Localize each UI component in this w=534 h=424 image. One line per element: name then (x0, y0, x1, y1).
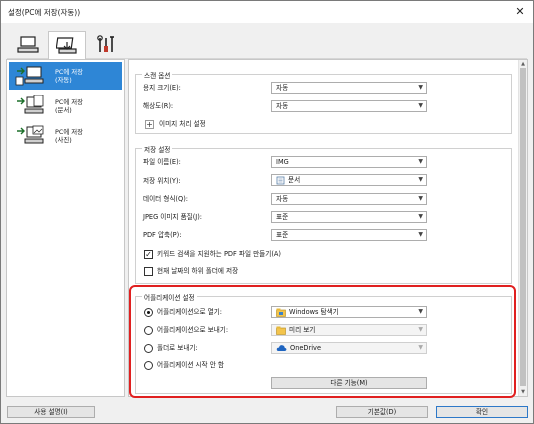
image-processing-label[interactable]: 이미지 처리 설정 (159, 120, 206, 129)
chevron-down-icon: ▼ (418, 84, 423, 91)
paper-size-select[interactable]: 자동 ▼ (271, 82, 427, 94)
defaults-button[interactable]: 기본값(D) (336, 406, 428, 418)
title-bar: 설정(PC에 저장(자동)) ✕ (1, 1, 533, 23)
file-name-value: IMG (276, 158, 289, 166)
tab-bar (7, 31, 527, 60)
data-format-value: 자동 (276, 195, 289, 203)
chevron-down-icon: ▼ (418, 102, 423, 109)
paper-size-value: 자동 (276, 84, 289, 92)
settings-window: 설정(PC에 저장(자동)) ✕ PC에 저장 (자동) PC에 저장 (문서)… (0, 0, 534, 424)
list-item-subtitle: (문서) (55, 106, 72, 114)
list-item-save-document[interactable]: PC에 저장 (문서) (9, 92, 122, 120)
documents-folder-icon (276, 176, 285, 184)
searchable-pdf-label: 키워드 검색을 지원하는 PDF 파일 만들기(A) (157, 250, 281, 258)
date-subfolder-label: 현재 날짜의 하위 폴더에 저장 (157, 267, 239, 275)
scan-mode-list: PC에 저장 (자동) PC에 저장 (문서) PC에 저장 (사진) (6, 59, 125, 397)
scroll-up-icon[interactable]: ▲ (519, 60, 527, 68)
data-format-select[interactable]: 자동 ▼ (271, 193, 427, 205)
ok-button[interactable]: 확인 (436, 406, 528, 418)
jpeg-quality-select[interactable]: 표준 ▼ (271, 211, 427, 223)
scrollbar-thumb[interactable] (520, 68, 526, 386)
chevron-down-icon: ▼ (418, 213, 423, 220)
computer-scan-icon (17, 36, 39, 53)
chevron-down-icon: ▼ (418, 158, 423, 165)
list-item-title: PC에 저장 (55, 128, 83, 136)
jpeg-quality-value: 표준 (276, 213, 289, 221)
window-title: 설정(PC에 저장(자동)) (8, 8, 81, 17)
searchable-pdf-checkbox[interactable]: ✓ (144, 250, 153, 259)
expand-plus-icon[interactable]: + (145, 120, 154, 129)
pdf-compression-label: PDF 압축(P): (143, 231, 182, 239)
chevron-down-icon: ▼ (418, 195, 423, 202)
tools-icon (97, 35, 114, 52)
paper-size-label: 용지 크기(E): (143, 84, 181, 92)
scroll-down-icon[interactable]: ▼ (519, 388, 527, 396)
scan-auto-icon (15, 66, 44, 86)
date-subfolder-checkbox[interactable] (144, 267, 153, 276)
list-item-title: PC에 저장 (55, 98, 83, 106)
file-name-label: 파일 이름(E): (143, 158, 181, 166)
pdf-compression-value: 표준 (276, 231, 289, 239)
close-icon[interactable]: ✕ (513, 5, 527, 18)
scan-photo-icon (17, 125, 44, 144)
chevron-down-icon: ▼ (418, 176, 423, 183)
save-settings-legend: 저장 설정 (142, 144, 173, 154)
resolution-value: 자동 (276, 102, 289, 110)
vertical-scrollbar[interactable]: ▲ ▼ (518, 60, 527, 396)
highlight-frame (129, 285, 516, 398)
resolution-label: 해상도(R): (143, 102, 174, 110)
save-in-label: 저장 위치(Y): (143, 177, 181, 185)
instructions-button[interactable]: 사용 설명(I) (7, 406, 95, 418)
jpeg-quality-label: JPEG 이미지 품질(J): (143, 213, 203, 221)
save-to-pc-icon (56, 36, 77, 54)
save-in-value: 문서 (288, 176, 301, 184)
tab-save-to-pc[interactable] (48, 31, 86, 60)
chevron-down-icon: ▼ (418, 231, 423, 238)
list-item-title: PC에 저장 (55, 68, 83, 76)
save-in-select[interactable]: 문서 ▼ (271, 174, 427, 186)
list-item-subtitle: (사진) (55, 136, 72, 144)
file-name-select[interactable]: IMG ▼ (271, 156, 427, 168)
list-item-save-photo[interactable]: PC에 저장 (사진) (9, 122, 122, 150)
tab-scan-from-computer[interactable] (9, 31, 47, 59)
list-item-subtitle: (자동) (55, 76, 72, 84)
tab-general-settings[interactable] (87, 31, 125, 59)
resolution-select[interactable]: 자동 ▼ (271, 100, 427, 112)
scan-options-legend: 스캔 옵션 (142, 70, 173, 80)
pdf-compression-select[interactable]: 표준 ▼ (271, 229, 427, 241)
list-item-save-auto[interactable]: PC에 저장 (자동) (9, 62, 122, 90)
scan-document-icon (17, 95, 44, 114)
data-format-label: 데이터 형식(Q): (143, 195, 188, 203)
